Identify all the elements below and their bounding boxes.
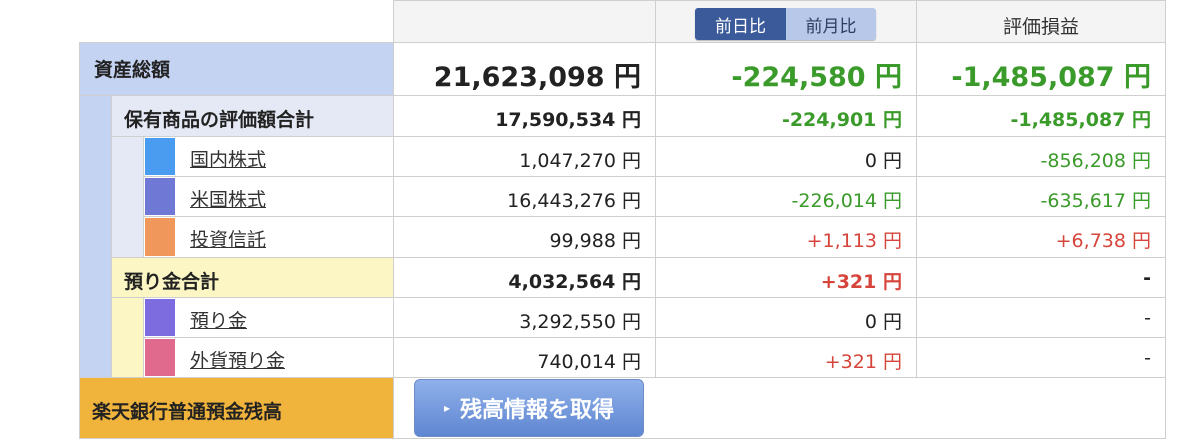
deposits-label-cell: 預り金合計 bbox=[111, 257, 394, 298]
deposits-pl-cell: - bbox=[916, 257, 1166, 298]
chevron-right-icon: ▸ bbox=[443, 401, 450, 415]
deposits-value-cell: 4,032,564 円 bbox=[393, 257, 656, 298]
row-fx-deposit-pl-cell: - bbox=[916, 337, 1166, 378]
row-deposit-label-cell bbox=[143, 297, 394, 338]
deposits-value: 4,032,564 円 bbox=[508, 271, 641, 293]
domestic-stock-value: 1,047,270 円 bbox=[519, 150, 641, 172]
row-deposit-day-cell: 0 円 bbox=[655, 297, 917, 338]
total-label: 資産総額 bbox=[94, 59, 171, 81]
row-us-stock-label-cell bbox=[143, 176, 394, 217]
deposits-pl: - bbox=[1143, 267, 1151, 289]
total-pl: -1,485,087 円 bbox=[951, 62, 1151, 93]
header-pl-cell: 評価損益 bbox=[916, 0, 1166, 43]
header-blank bbox=[393, 0, 656, 43]
total-value: 21,623,098 円 bbox=[433, 62, 641, 93]
bank-label-cell: 楽天銀行普通預金残高 bbox=[79, 377, 394, 439]
bank-label: 楽天銀行普通預金残高 bbox=[92, 401, 283, 423]
holdings-indent-bar bbox=[111, 136, 144, 258]
holdings-pl-cell: -1,485,087 円 bbox=[916, 95, 1166, 137]
holdings-label: 保有商品の評価額合計 bbox=[124, 109, 315, 131]
deposit-day-change: 0 円 bbox=[864, 311, 902, 333]
fx-deposit-value: 740,014 円 bbox=[537, 351, 641, 373]
row-deposit-pl-cell: - bbox=[916, 297, 1166, 338]
deposit-color-swatch bbox=[145, 299, 175, 336]
deposits-day-change: +321 円 bbox=[820, 271, 902, 293]
fx-deposit-color-swatch bbox=[145, 339, 175, 376]
holdings-value: 17,590,534 円 bbox=[495, 109, 641, 131]
row-domestic-stock-pl-cell: -856,208 円 bbox=[916, 136, 1166, 177]
toggle-day-button[interactable]: 前日比 bbox=[695, 8, 786, 40]
row-fund-label-cell bbox=[143, 216, 394, 258]
us-stock-day-change: -226,014 円 bbox=[791, 190, 902, 212]
fund-color-swatch bbox=[145, 218, 175, 256]
domestic-stock-day-change: 0 円 bbox=[864, 150, 902, 172]
fx-deposit-link[interactable]: 外貨預り金 bbox=[190, 346, 285, 373]
change-period-toggle[interactable]: 前日比 前月比 bbox=[695, 8, 876, 40]
deposit-link[interactable]: 預り金 bbox=[190, 306, 247, 333]
deposits-day-change-cell: +321 円 bbox=[655, 257, 917, 298]
row-fx-deposit-value-cell: 740,014 円 bbox=[393, 337, 656, 378]
us-stock-value: 16,443,276 円 bbox=[507, 190, 641, 212]
total-day-change: -224,580 円 bbox=[731, 62, 902, 93]
row-domestic-stock-day-cell: 0 円 bbox=[655, 136, 917, 177]
us-stock-pl: -635,617 円 bbox=[1040, 190, 1151, 212]
fund-pl: +6,738 円 bbox=[1055, 230, 1151, 252]
holdings-label-cell: 保有商品の評価額合計 bbox=[111, 95, 394, 137]
us-stock-color-swatch bbox=[145, 178, 175, 215]
holdings-value-cell: 17,590,534 円 bbox=[393, 95, 656, 137]
deposits-label: 預り金合計 bbox=[124, 271, 220, 293]
domestic-stock-color-swatch bbox=[145, 138, 175, 175]
pl-header-label: 評価損益 bbox=[1002, 16, 1079, 38]
fund-value: 99,988 円 bbox=[549, 230, 641, 252]
domestic-stock-link[interactable]: 国内株式 bbox=[190, 145, 266, 172]
us-stock-link[interactable]: 米国株式 bbox=[190, 185, 266, 212]
toggle-month-button[interactable]: 前月比 bbox=[786, 8, 876, 40]
row-us-stock-pl-cell: -635,617 円 bbox=[916, 176, 1166, 217]
holdings-day-change: -224,901 円 bbox=[781, 109, 902, 131]
deposit-value: 3,292,550 円 bbox=[519, 311, 641, 333]
row-domestic-stock-label-cell bbox=[143, 136, 394, 177]
row-us-stock-day-cell: -226,014 円 bbox=[655, 176, 917, 217]
row-domestic-stock-value-cell: 1,047,270 円 bbox=[393, 136, 656, 177]
row-fund-pl-cell: +6,738 円 bbox=[916, 216, 1166, 258]
deposit-pl: - bbox=[1144, 307, 1151, 329]
row-fund-value-cell: 99,988 円 bbox=[393, 216, 656, 258]
domestic-stock-pl: -856,208 円 bbox=[1040, 150, 1151, 172]
fx-deposit-pl: - bbox=[1144, 347, 1151, 369]
row-fund-day-cell: +1,113 円 bbox=[655, 216, 917, 258]
holdings-day-change-cell: -224,901 円 bbox=[655, 95, 917, 137]
holdings-pl: -1,485,087 円 bbox=[1010, 109, 1151, 131]
total-value-cell: 21,623,098 円 bbox=[393, 42, 656, 96]
fx-deposit-day-change: +321 円 bbox=[824, 351, 902, 373]
total-label-cell: 資産総額 bbox=[79, 42, 394, 96]
row-us-stock-value-cell: 16,443,276 円 bbox=[393, 176, 656, 217]
fund-day-change: +1,113 円 bbox=[806, 230, 902, 252]
row-deposit-value-cell: 3,292,550 円 bbox=[393, 297, 656, 338]
total-pl-cell: -1,485,087 円 bbox=[916, 42, 1166, 96]
total-indent-bar bbox=[79, 95, 112, 378]
fund-link[interactable]: 投資信託 bbox=[190, 225, 266, 252]
deposits-indent-bar bbox=[111, 297, 144, 378]
fetch-balance-button[interactable]: ▸ 残高情報を取得 bbox=[414, 379, 644, 437]
total-day-change-cell: -224,580 円 bbox=[655, 42, 917, 96]
row-fx-deposit-day-cell: +321 円 bbox=[655, 337, 917, 378]
fetch-balance-label: 残高情報を取得 bbox=[460, 398, 615, 423]
